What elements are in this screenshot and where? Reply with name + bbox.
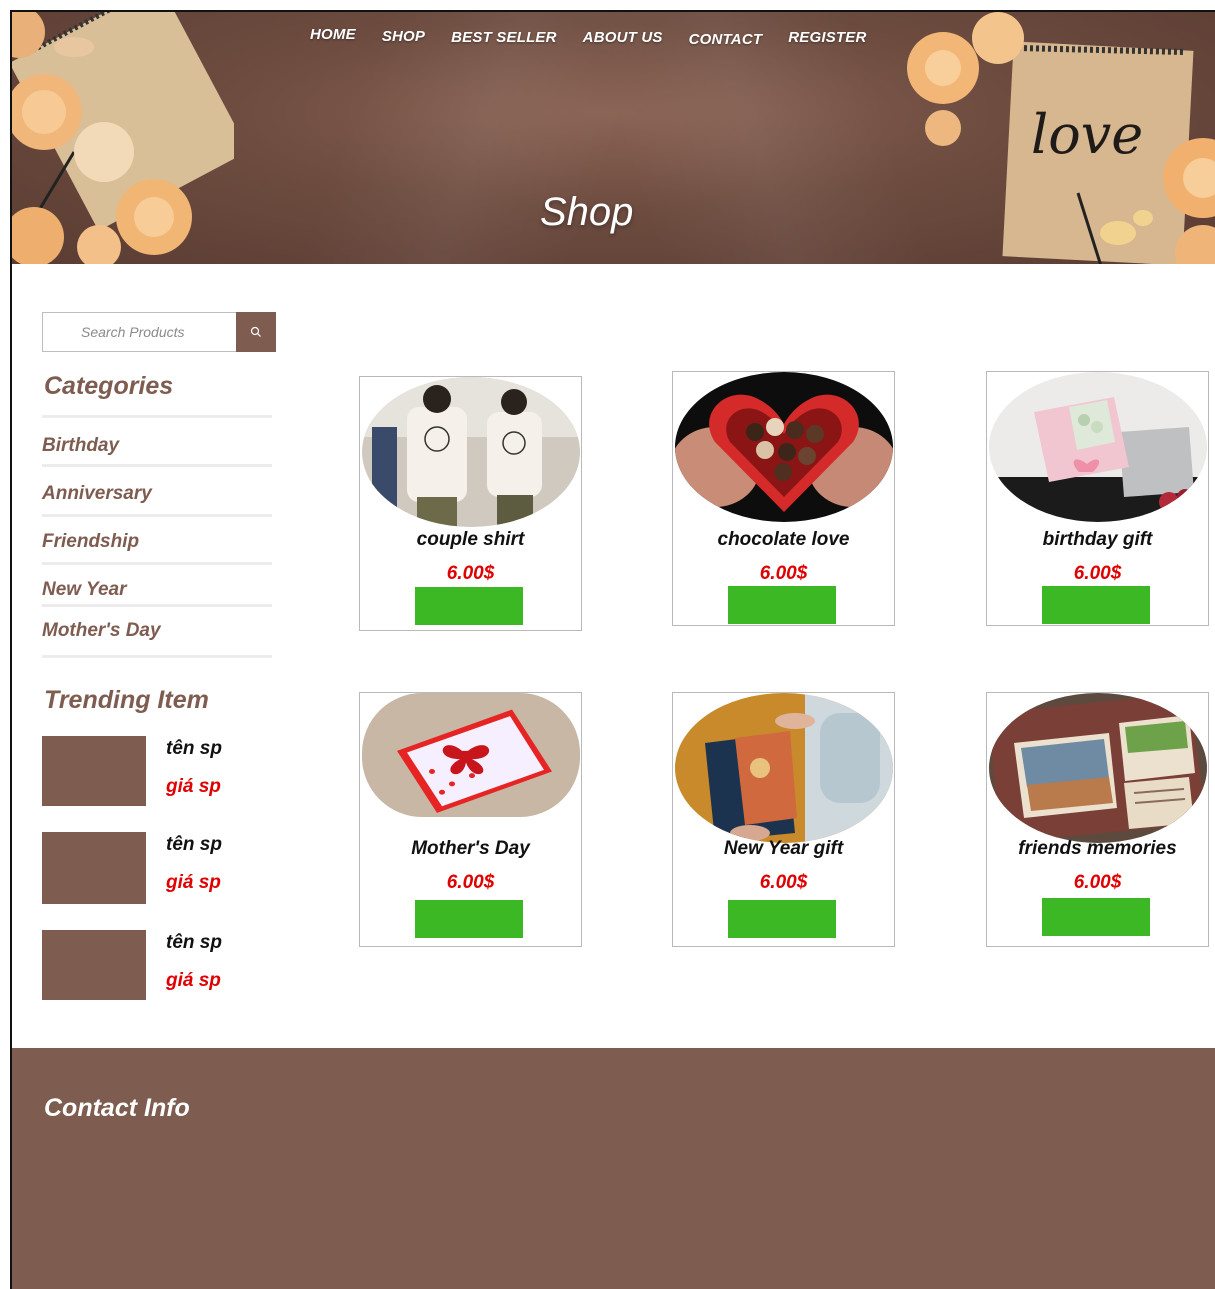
roses-notebook-decoration	[12, 12, 234, 264]
category-link[interactable]: Friendship	[42, 531, 272, 553]
search-button[interactable]	[236, 312, 276, 352]
footer: Contact Info	[12, 1048, 1215, 1289]
add-to-cart-button[interactable]	[415, 587, 523, 625]
trending-price: giá sp	[166, 872, 221, 893]
search-input[interactable]	[42, 312, 236, 352]
category-birthday: Birthday	[42, 435, 272, 457]
product-title[interactable]: Mother's Day	[360, 838, 581, 860]
contact-info-heading: Contact Info	[44, 1094, 190, 1122]
product-image-chocolate-love[interactable]	[675, 372, 893, 522]
nav-contact[interactable]: CONTACT	[689, 31, 763, 48]
add-to-cart-button[interactable]	[1042, 586, 1150, 624]
add-to-cart-button[interactable]	[415, 900, 523, 938]
divider	[42, 464, 272, 467]
product-image-couple-shirt[interactable]	[362, 377, 580, 527]
love-notebook-decoration: love	[907, 12, 1215, 264]
nav-about-us[interactable]: ABOUT US	[583, 29, 663, 48]
category-link[interactable]: Birthday	[42, 435, 272, 457]
product-title[interactable]: birthday gift	[987, 529, 1208, 551]
trending-price: giá sp	[166, 970, 221, 991]
trending-price: giá sp	[166, 776, 221, 797]
category-mothers-day: Mother's Day	[42, 620, 272, 642]
nav-best-seller[interactable]: BEST SELLER	[451, 29, 557, 48]
product-image-mothers-day[interactable]	[362, 693, 580, 817]
product-price: 6.00$	[1073, 563, 1122, 584]
product-price: 6.00$	[446, 563, 495, 584]
add-to-cart-button[interactable]	[728, 586, 836, 624]
product-card[interactable]: chocolate love 6.00$	[672, 371, 895, 626]
product-price: 6.00$	[446, 872, 495, 893]
product-price: 6.00$	[1073, 872, 1122, 893]
product-title[interactable]: couple shirt	[360, 529, 581, 551]
trending-heading: Trending Item	[44, 686, 209, 714]
category-friendship: Friendship	[42, 531, 272, 553]
product-image-new-year-gift[interactable]	[675, 693, 893, 843]
search-icon	[250, 326, 261, 337]
product-title[interactable]: friends memories	[987, 838, 1208, 860]
product-image-friends-memories[interactable]	[989, 693, 1207, 843]
divider	[42, 604, 272, 607]
page-frame: love HOME SHOP BEST SELLER ABOUT US CONT…	[10, 10, 1215, 1289]
trending-name[interactable]: tên sp	[166, 932, 222, 954]
hero-banner: love HOME SHOP BEST SELLER ABOUT US CONT…	[12, 12, 1215, 264]
page-title: Shop	[540, 190, 634, 234]
category-new-year: New Year	[42, 579, 272, 601]
product-card[interactable]: New Year gift 6.00$	[672, 692, 895, 947]
product-card[interactable]: birthday gift 6.00$	[986, 371, 1209, 626]
product-card[interactable]: couple shirt 6.00$	[359, 376, 582, 631]
add-to-cart-button[interactable]	[728, 900, 836, 938]
trending-name[interactable]: tên sp	[166, 738, 222, 760]
product-title[interactable]: New Year gift	[673, 838, 894, 860]
product-title[interactable]: chocolate love	[673, 529, 894, 551]
trending-name[interactable]: tên sp	[166, 834, 222, 856]
category-anniversary: Anniversary	[42, 483, 272, 505]
trending-thumbnail[interactable]	[42, 736, 146, 806]
product-image-birthday-gift[interactable]	[989, 372, 1207, 522]
trending-thumbnail[interactable]	[42, 930, 146, 1000]
trending-thumbnail[interactable]	[42, 832, 146, 904]
product-price: 6.00$	[759, 563, 808, 584]
product-card[interactable]: Mother's Day 6.00$	[359, 692, 582, 947]
product-price: 6.00$	[759, 872, 808, 893]
add-to-cart-button[interactable]	[1042, 898, 1150, 936]
divider	[42, 562, 272, 565]
divider	[42, 415, 272, 418]
nav-shop[interactable]: SHOP	[382, 28, 425, 48]
categories-heading: Categories	[44, 372, 174, 400]
category-link[interactable]: New Year	[42, 579, 272, 601]
category-link[interactable]: Mother's Day	[42, 620, 272, 642]
main-nav: HOME SHOP BEST SELLER ABOUT US CONTACT R…	[310, 26, 893, 48]
divider	[42, 655, 272, 658]
category-link[interactable]: Anniversary	[42, 483, 272, 505]
product-search	[42, 312, 276, 352]
notebook-lettering: love	[1031, 103, 1143, 166]
nav-register[interactable]: REGISTER	[788, 29, 866, 48]
divider	[42, 514, 272, 517]
product-card[interactable]: friends memories 6.00$	[986, 692, 1209, 947]
nav-home[interactable]: HOME	[310, 26, 356, 48]
